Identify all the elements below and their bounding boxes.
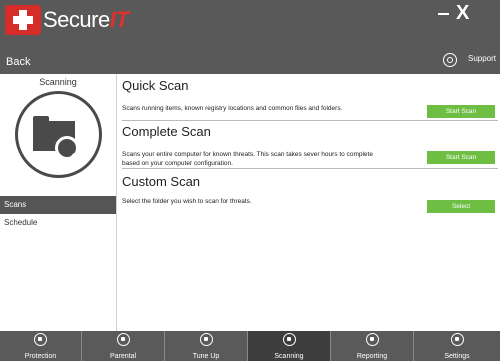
sidebar: Scanning Scans Schedule bbox=[0, 74, 117, 331]
back-button[interactable]: Back bbox=[6, 56, 30, 68]
support-icon bbox=[443, 53, 457, 67]
minimize-button[interactable] bbox=[438, 13, 449, 15]
section-title: Quick Scan bbox=[122, 78, 189, 93]
section-description: Select the folder you wish to scan for t… bbox=[122, 198, 252, 205]
tab-settings[interactable]: Settings bbox=[414, 331, 500, 361]
complete-scan-start-button[interactable]: Start Scan bbox=[427, 151, 495, 164]
sidebar-item-scans[interactable]: Scans bbox=[0, 196, 116, 214]
scan-folder-icon bbox=[15, 91, 102, 178]
bottom-tab-bar: Protection Parental Tune Up Scanning Rep… bbox=[0, 331, 500, 361]
sidebar-title: Scanning bbox=[39, 77, 77, 87]
app-header: SecureIT X Back Support bbox=[0, 0, 500, 74]
section-description: Scans your entire computer for known thr… bbox=[122, 151, 373, 167]
quick-scan-start-button[interactable]: Start Scan bbox=[427, 105, 495, 118]
people-icon bbox=[117, 333, 130, 346]
section-description: Scans running items, known registry loca… bbox=[122, 105, 343, 112]
report-icon bbox=[366, 333, 379, 346]
sidebar-item-schedule[interactable]: Schedule bbox=[0, 214, 116, 232]
main-content: Quick Scan Scans running items, known re… bbox=[117, 74, 500, 331]
monitor-icon bbox=[200, 333, 213, 346]
section-title: Custom Scan bbox=[122, 174, 201, 189]
lock-icon bbox=[34, 333, 47, 346]
logo-cross-icon bbox=[5, 5, 41, 35]
close-button[interactable]: X bbox=[456, 2, 469, 25]
tab-scanning[interactable]: Scanning bbox=[248, 331, 331, 361]
app-logo-text: SecureIT bbox=[43, 7, 129, 32]
section-title: Complete Scan bbox=[122, 124, 211, 139]
tab-protection[interactable]: Protection bbox=[0, 331, 82, 361]
scan-icon bbox=[283, 333, 296, 346]
custom-scan-select-button[interactable]: Select bbox=[427, 200, 495, 213]
divider bbox=[122, 120, 498, 121]
tab-reporting[interactable]: Reporting bbox=[331, 331, 414, 361]
gear-icon bbox=[451, 333, 464, 346]
divider bbox=[122, 168, 498, 169]
tab-parental[interactable]: Parental bbox=[82, 331, 165, 361]
tab-tune-up[interactable]: Tune Up bbox=[165, 331, 248, 361]
